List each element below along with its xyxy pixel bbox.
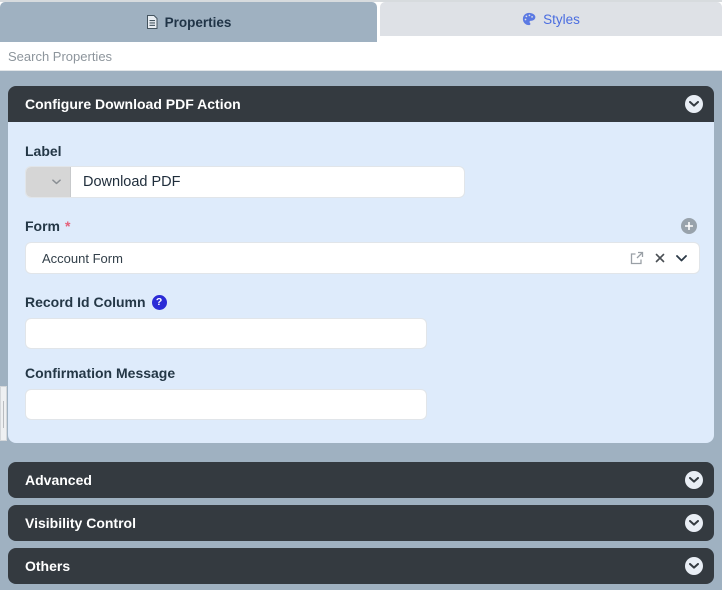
chevron-circle-down-icon[interactable] (685, 471, 703, 489)
required-asterisk: * (65, 218, 70, 234)
confirmation-message-label-text: Confirmation Message (25, 365, 175, 381)
accordion-body-configure: Label Form * (8, 122, 714, 443)
record-id-column-input[interactable] (25, 318, 427, 349)
record-id-column-label-row: Record Id Column ? (25, 294, 697, 310)
accordion-title: Advanced (25, 472, 92, 488)
tab-styles[interactable]: Styles (380, 2, 722, 36)
document-icon (146, 15, 158, 29)
label-field-label: Label (25, 143, 697, 159)
open-form-external-link-icon[interactable] (630, 251, 644, 265)
chevron-down-icon (52, 179, 61, 185)
tab-bar: Properties Styles (0, 0, 722, 42)
chevron-circle-down-icon[interactable] (685, 514, 703, 532)
search-row (0, 42, 722, 71)
confirmation-message-input[interactable] (25, 389, 427, 420)
properties-panel-content: Configure Download PDF Action Label (0, 71, 722, 584)
form-field-label-row: Form * (25, 218, 697, 234)
plus-icon (685, 222, 693, 230)
label-value-input[interactable] (71, 167, 464, 197)
accordion-title: Others (25, 558, 70, 574)
tab-properties[interactable]: Properties (0, 2, 377, 42)
accordion-section-configure: Configure Download PDF Action Label (8, 86, 714, 443)
accordion-header-others[interactable]: Others (8, 548, 714, 584)
accordion-header-configure-download-pdf-action[interactable]: Configure Download PDF Action (8, 86, 714, 122)
palette-icon (522, 12, 536, 26)
form-select-icons (630, 251, 687, 265)
scrollbar-thumb[interactable] (3, 401, 4, 428)
tab-properties-label: Properties (165, 15, 232, 30)
record-id-column-label-text: Record Id Column (25, 294, 146, 310)
label-input-group (25, 166, 465, 198)
add-form-button[interactable] (681, 218, 697, 234)
confirmation-message-label-row: Confirmation Message (25, 365, 697, 381)
form-select[interactable]: Account Form (25, 242, 700, 274)
tab-styles-label: Styles (543, 12, 580, 27)
accordion-title: Visibility Control (25, 515, 136, 531)
accordion-header-advanced[interactable]: Advanced (8, 462, 714, 498)
question-circle-icon[interactable]: ? (152, 295, 167, 310)
vertical-scrollbar[interactable] (0, 386, 7, 441)
chevron-circle-down-icon[interactable] (685, 95, 703, 113)
clear-x-icon[interactable] (655, 253, 665, 263)
accordion-title: Configure Download PDF Action (25, 96, 241, 112)
chevron-down-icon[interactable] (676, 255, 687, 262)
search-properties-input[interactable] (8, 49, 714, 64)
label-binding-dropdown-button[interactable] (26, 167, 71, 197)
label-text: Label (25, 143, 62, 159)
accordion-header-visibility-control[interactable]: Visibility Control (8, 505, 714, 541)
form-selected-value: Account Form (42, 251, 123, 266)
chevron-circle-down-icon[interactable] (685, 557, 703, 575)
form-label-text: Form (25, 218, 60, 234)
